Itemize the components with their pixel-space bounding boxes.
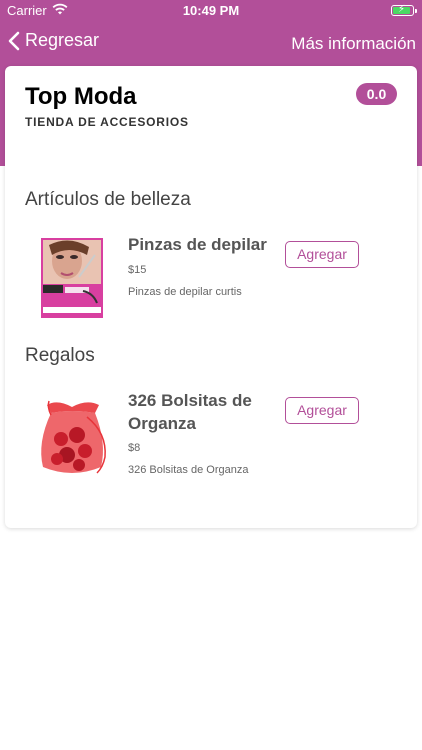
cart-total-badge[interactable]: 0.0 — [356, 83, 397, 105]
product-name[interactable]: 326 Bolsitas de Organza — [128, 389, 278, 435]
product-price: $15 — [128, 264, 147, 276]
clock: 10:49 PM — [182, 3, 240, 18]
chevron-left-icon — [8, 31, 20, 50]
back-button[interactable]: Regresar — [8, 30, 99, 51]
store-name: Top Moda — [25, 83, 137, 110]
battery-icon: ⚡ — [391, 4, 417, 16]
status-bar: Carrier 10:49 PM ⚡ — [0, 0, 422, 22]
add-to-cart-button[interactable]: Agregar — [285, 241, 359, 268]
section-title-gifts: Regalos — [25, 345, 95, 366]
add-to-cart-button[interactable]: Agregar — [285, 397, 359, 424]
product-description: 326 Bolsitas de Organza — [128, 464, 249, 476]
store-subtitle: TIENDA DE ACCESORIOS — [25, 115, 189, 129]
navigation-bar: Regresar Más información — [0, 22, 422, 66]
product-price: $8 — [128, 442, 141, 454]
product-image-tweezers[interactable] — [27, 233, 117, 323]
product-name[interactable]: Pinzas de depilar — [128, 233, 278, 256]
more-info-button[interactable]: Más información — [291, 34, 416, 54]
section-title-beauty: Artículos de belleza — [25, 189, 191, 210]
product-image-organza-bags[interactable] — [27, 393, 117, 483]
product-description: Pinzas de depilar curtis — [128, 286, 242, 298]
back-button-label: Regresar — [25, 30, 100, 50]
store-card: Top Moda TIENDA DE ACCESORIOS 0.0 Artícu… — [5, 66, 417, 528]
